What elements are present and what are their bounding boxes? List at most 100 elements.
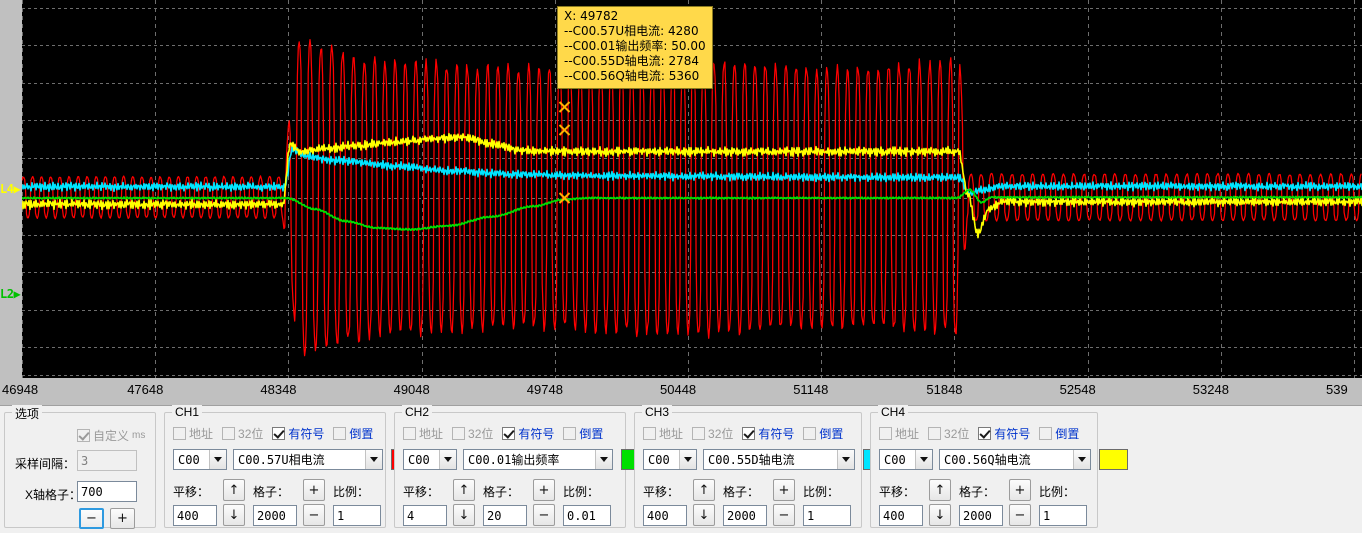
- channel-2-ratio-field[interactable]: 0.01: [563, 505, 611, 526]
- custom-ms-label: 自定义: [93, 429, 130, 443]
- xgrid-decrease-button[interactable]: −: [79, 508, 104, 529]
- sample-interval-field[interactable]: 3: [77, 450, 137, 471]
- channel-2-group-dropdown[interactable]: C00: [403, 449, 457, 470]
- custom-ms-box[interactable]: [77, 429, 90, 442]
- channel-4-shift-up-button[interactable]: ↑: [929, 479, 951, 501]
- channel-2-shift-up-button[interactable]: ↑: [453, 479, 475, 501]
- channel-1-shift-down-button[interactable]: ↓: [223, 504, 245, 526]
- chevron-down-icon[interactable]: [209, 450, 226, 469]
- channel-4-32bit-checkbox[interactable]: 32位: [928, 425, 969, 442]
- cursor-tooltip: X: 49782 --C00.57U相电流: 4280 --C00.01输出频率…: [557, 6, 713, 89]
- group-dropdown-value: C00: [408, 452, 430, 467]
- channel-1-32bit-checkbox[interactable]: 32位: [222, 425, 263, 442]
- signed-box[interactable]: [502, 427, 516, 440]
- address-box[interactable]: [173, 427, 186, 440]
- channel-1-invert-checkbox[interactable]: 倒置: [333, 425, 373, 442]
- channel-4-signed-checkbox[interactable]: 有符号: [978, 425, 1030, 442]
- bit32-box[interactable]: [222, 427, 236, 440]
- marker-l4-label[interactable]: L4▶: [0, 182, 21, 196]
- signed-label: 有符号: [518, 427, 555, 441]
- channel-1-ratio-field[interactable]: 1: [333, 505, 381, 526]
- chevron-down-icon[interactable]: [365, 450, 382, 469]
- arrow-down-icon: ↓: [458, 507, 470, 523]
- channel-1-grid-increase-button[interactable]: +: [303, 479, 325, 501]
- marker-l2-label[interactable]: L2▶: [0, 287, 21, 301]
- channel-1-group-dropdown[interactable]: C00: [173, 449, 227, 470]
- channel-2-address-checkbox[interactable]: 地址: [403, 425, 443, 442]
- bit32-box[interactable]: [452, 427, 466, 440]
- channel-3-grid-field[interactable]: 2000: [723, 505, 767, 526]
- channel-1-address-checkbox[interactable]: 地址: [173, 425, 213, 442]
- chevron-down-icon[interactable]: [915, 450, 932, 469]
- channel-1-signed-checkbox[interactable]: 有符号: [272, 425, 324, 442]
- channel-4-shift-down-button[interactable]: ↓: [929, 504, 951, 526]
- invert-box[interactable]: [333, 427, 347, 440]
- channel-3-shift-field[interactable]: 400: [643, 505, 687, 526]
- channel-2-param-dropdown[interactable]: C00.01输出频率: [463, 449, 613, 470]
- arrow-down-icon: ↓: [228, 507, 240, 523]
- address-box[interactable]: [643, 427, 656, 440]
- channel-3-grid-decrease-button[interactable]: −: [773, 504, 795, 526]
- invert-box[interactable]: [1039, 427, 1053, 440]
- channel-4-checkbox-row: 地址 32位 有符号 倒置: [879, 425, 1079, 442]
- channel-3-32bit-checkbox[interactable]: 32位: [692, 425, 733, 442]
- channel-3-shift-up-button[interactable]: ↑: [693, 479, 715, 501]
- chevron-down-icon[interactable]: [595, 450, 612, 469]
- invert-box[interactable]: [803, 427, 817, 440]
- channel-4-shift-field[interactable]: 400: [879, 505, 923, 526]
- channel-3-address-checkbox[interactable]: 地址: [643, 425, 683, 442]
- channel-3-grid-increase-button[interactable]: +: [773, 479, 795, 501]
- address-box[interactable]: [879, 427, 892, 440]
- custom-ms-checkbox[interactable]: 自定义 ms: [77, 427, 145, 444]
- chevron-down-icon[interactable]: [679, 450, 696, 469]
- channel-4-invert-checkbox[interactable]: 倒置: [1039, 425, 1079, 442]
- channel-2-grid-increase-button[interactable]: +: [533, 479, 555, 501]
- signed-box[interactable]: [978, 427, 992, 440]
- x-axis-tick: 46948: [2, 382, 39, 397]
- chevron-down-icon[interactable]: [1073, 450, 1090, 469]
- signed-box[interactable]: [272, 427, 286, 440]
- chevron-down-icon[interactable]: [439, 450, 456, 469]
- bit32-box[interactable]: [928, 427, 942, 440]
- channel-4-grid-increase-button[interactable]: +: [1009, 479, 1031, 501]
- xgrid-increase-button[interactable]: +: [110, 508, 135, 529]
- channel-3-invert-checkbox[interactable]: 倒置: [803, 425, 843, 442]
- channel-3-param-dropdown[interactable]: C00.55D轴电流: [703, 449, 855, 470]
- channel-1-grid-field[interactable]: 2000: [253, 505, 297, 526]
- tooltip-line-2: --C00.55D轴电流: 2784: [564, 54, 700, 68]
- channel-3-group-dropdown[interactable]: C00: [643, 449, 697, 470]
- channel-4-address-checkbox[interactable]: 地址: [879, 425, 919, 442]
- param-dropdown-value: C00.55D轴电流: [708, 453, 795, 467]
- plot-area[interactable]: L4▶ L2▶ X: 49782 --C00.57U相电流: 4280 --C0…: [0, 0, 1362, 379]
- group-dropdown-value: C00: [648, 452, 670, 467]
- invert-box[interactable]: [563, 427, 577, 440]
- channel-2-signed-checkbox[interactable]: 有符号: [502, 425, 554, 442]
- address-box[interactable]: [403, 427, 416, 440]
- channel-4-color-swatch[interactable]: [1099, 449, 1128, 470]
- signed-box[interactable]: [742, 427, 756, 440]
- bit32-box[interactable]: [692, 427, 706, 440]
- channel-4-ratio-field[interactable]: 1: [1039, 505, 1087, 526]
- channel-2-invert-checkbox[interactable]: 倒置: [563, 425, 603, 442]
- channel-3-ratio-field[interactable]: 1: [803, 505, 851, 526]
- channel-1-checkbox-row: 地址 32位 有符号 倒置: [173, 425, 373, 442]
- channel-2-32bit-checkbox[interactable]: 32位: [452, 425, 493, 442]
- address-label: 地址: [419, 427, 444, 441]
- channel-4-grid-decrease-button[interactable]: −: [1009, 504, 1031, 526]
- channel-2-grid-decrease-button[interactable]: −: [533, 504, 555, 526]
- channel-3-signed-checkbox[interactable]: 有符号: [742, 425, 794, 442]
- channel-1-shift-field[interactable]: 400: [173, 505, 217, 526]
- channel-2-grid-field[interactable]: 20: [483, 505, 527, 526]
- channel-2-shift-down-button[interactable]: ↓: [453, 504, 475, 526]
- channel-1-shift-up-button[interactable]: ↑: [223, 479, 245, 501]
- channel-4-grid-field[interactable]: 2000: [959, 505, 1003, 526]
- channel-1-param-dropdown[interactable]: C00.57U相电流: [233, 449, 383, 470]
- channel-4-param-dropdown[interactable]: C00.56Q轴电流: [939, 449, 1091, 470]
- xgrid-field[interactable]: 700: [77, 481, 137, 502]
- channel-4-group-dropdown[interactable]: C00: [879, 449, 933, 470]
- channel-2-shift-field[interactable]: 4: [403, 505, 447, 526]
- channel-3-shift-down-button[interactable]: ↓: [693, 504, 715, 526]
- chevron-down-icon[interactable]: [837, 450, 854, 469]
- channel-1-grid-decrease-button[interactable]: −: [303, 504, 325, 526]
- arrow-up-icon: ↑: [934, 482, 946, 498]
